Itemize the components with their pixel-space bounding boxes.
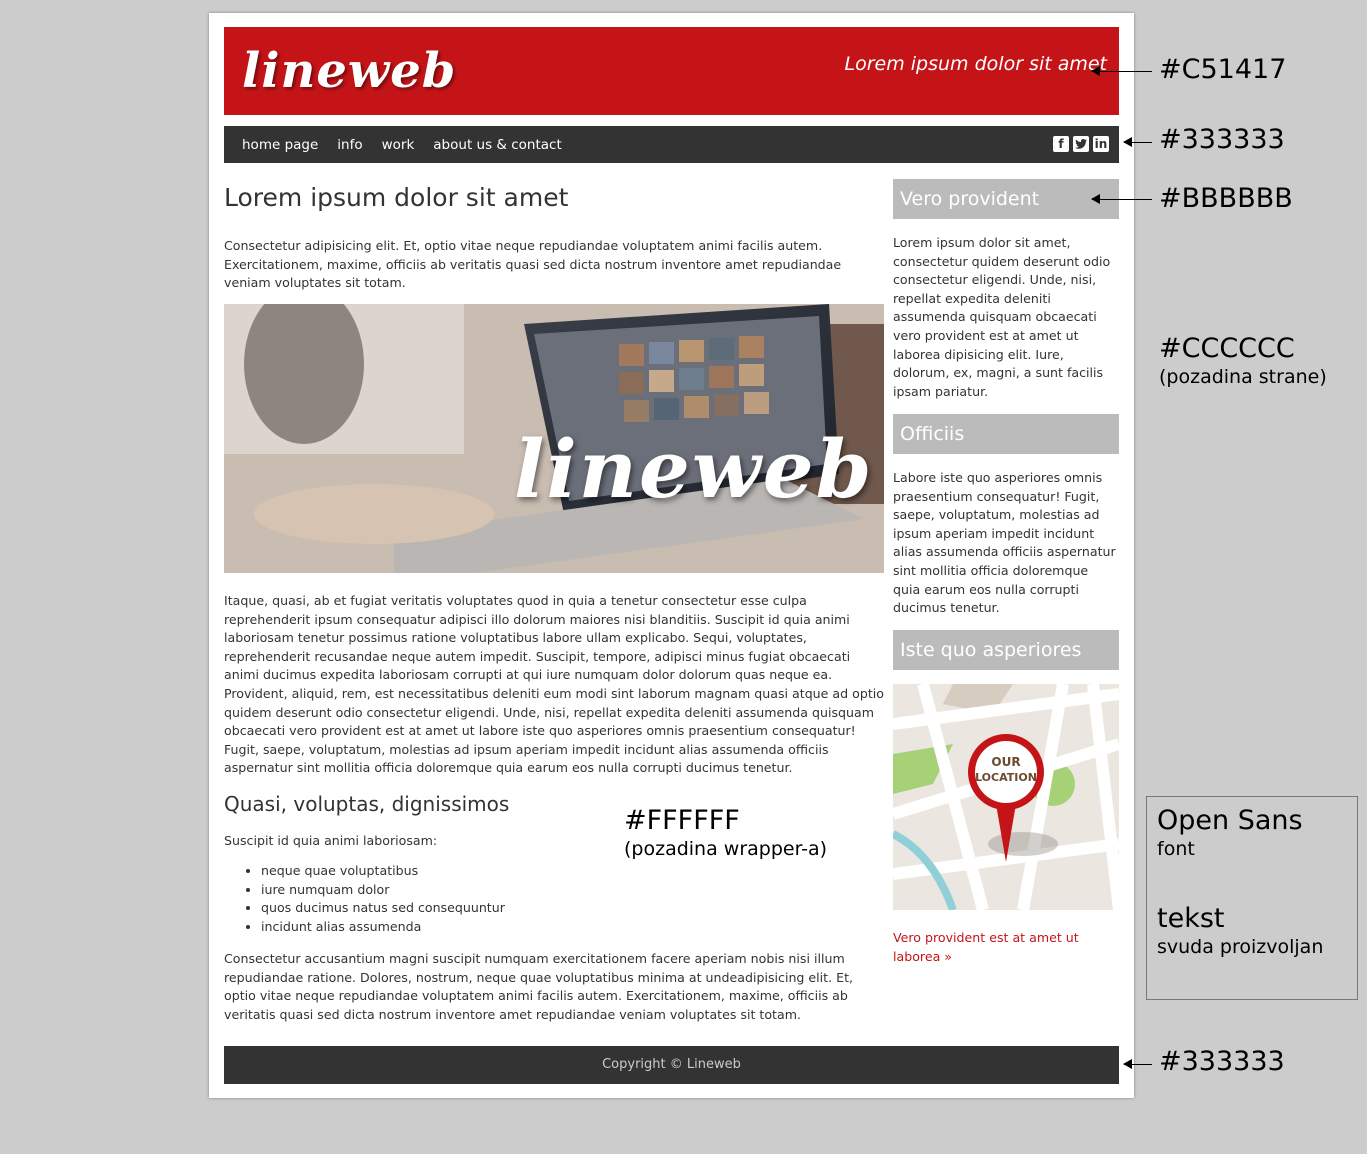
- facebook-icon[interactable]: f: [1053, 136, 1069, 152]
- list-item: neque quae voluptatibus: [261, 862, 505, 881]
- list-item: incidunt alias assumenda: [261, 918, 505, 937]
- nav-item-home[interactable]: home page: [242, 137, 318, 153]
- main-nav: home page info work about us & contact f…: [224, 126, 1119, 163]
- nav-item-about[interactable]: about us & contact: [433, 137, 561, 153]
- note-sidebar-title-color: #BBBBBB: [1159, 183, 1293, 214]
- section-subtitle: Quasi, voluptas, dignissimos: [224, 792, 510, 816]
- bullet-list: neque quae voluptatibus iure numquam dol…: [224, 862, 505, 936]
- arrow-nav: [1123, 137, 1152, 147]
- linkedin-icon[interactable]: in: [1093, 136, 1109, 152]
- copyright-text: Copyright © Lineweb: [602, 1057, 741, 1072]
- body-paragraph: Itaque, quasi, ab et fugiat veritatis vo…: [224, 593, 884, 776]
- hero-overlay-logo: lineweb: [514, 422, 874, 516]
- location-map[interactable]: OUR LOCATION: [893, 684, 1119, 910]
- social-links: f in: [1053, 136, 1109, 152]
- nav-item-info[interactable]: info: [337, 137, 362, 153]
- note-nav-color: #333333: [1159, 124, 1285, 155]
- main-content: Lorem ipsum dolor sit amet Consectetur a…: [224, 183, 884, 1022]
- outro-paragraph: Consectetur accusantium magni suscipit n…: [224, 951, 854, 1022]
- page-wrapper: lineweb Lorem ipsum dolor sit amet home …: [209, 13, 1134, 1098]
- hero-image: lineweb: [224, 304, 884, 573]
- note-header-color: #C51417: [1159, 54, 1287, 85]
- sidebar-title-vero: Vero provident: [893, 179, 1119, 219]
- sidebar-read-more-link[interactable]: Vero provident est at amet ut laborea »: [893, 929, 1093, 966]
- site-footer: Copyright © Lineweb: [224, 1046, 1119, 1084]
- sidebar-title-officiis: Officiis: [893, 414, 1119, 454]
- twitter-icon[interactable]: [1073, 136, 1089, 152]
- font-info-box: Open Sans font tekst svuda proizvoljan: [1146, 796, 1358, 1000]
- list-item: iure numquam dolor: [261, 881, 505, 900]
- nav-item-work[interactable]: work: [382, 137, 415, 153]
- arrow-sidebar-title: [1091, 194, 1152, 204]
- intro-paragraph: Consectetur adipisicing elit. Et, optio …: [224, 238, 842, 291]
- map-pin-label-1: OUR: [991, 755, 1021, 769]
- list-lead: Suscipit id quia animi laboriosam:: [224, 833, 438, 848]
- arrow-footer: [1123, 1059, 1152, 1069]
- map-pin-label-2: LOCATION: [975, 771, 1037, 784]
- sidebar-title-iste: Iste quo asperiores: [893, 630, 1119, 670]
- page-title: Lorem ipsum dolor sit amet: [224, 183, 569, 212]
- note-page-bg: #CCCCCC (pozadina strane): [1159, 333, 1327, 388]
- header-tagline: Lorem ipsum dolor sit amet: [844, 53, 1107, 75]
- site-header: lineweb Lorem ipsum dolor sit amet: [224, 27, 1119, 115]
- list-item: quos ducimus natus sed consequuntur: [261, 899, 505, 918]
- arrow-header: [1091, 66, 1152, 76]
- note-footer-color: #333333: [1159, 1046, 1285, 1077]
- sidebar-text-officiis: Labore iste quo asperiores omnis praesen…: [893, 470, 1116, 616]
- note-wrapper-bg: #FFFFFF (pozadina wrapper-a): [624, 805, 828, 860]
- site-logo[interactable]: lineweb: [242, 43, 456, 99]
- sidebar-text-vero: Lorem ipsum dolor sit amet, consectetur …: [893, 235, 1111, 399]
